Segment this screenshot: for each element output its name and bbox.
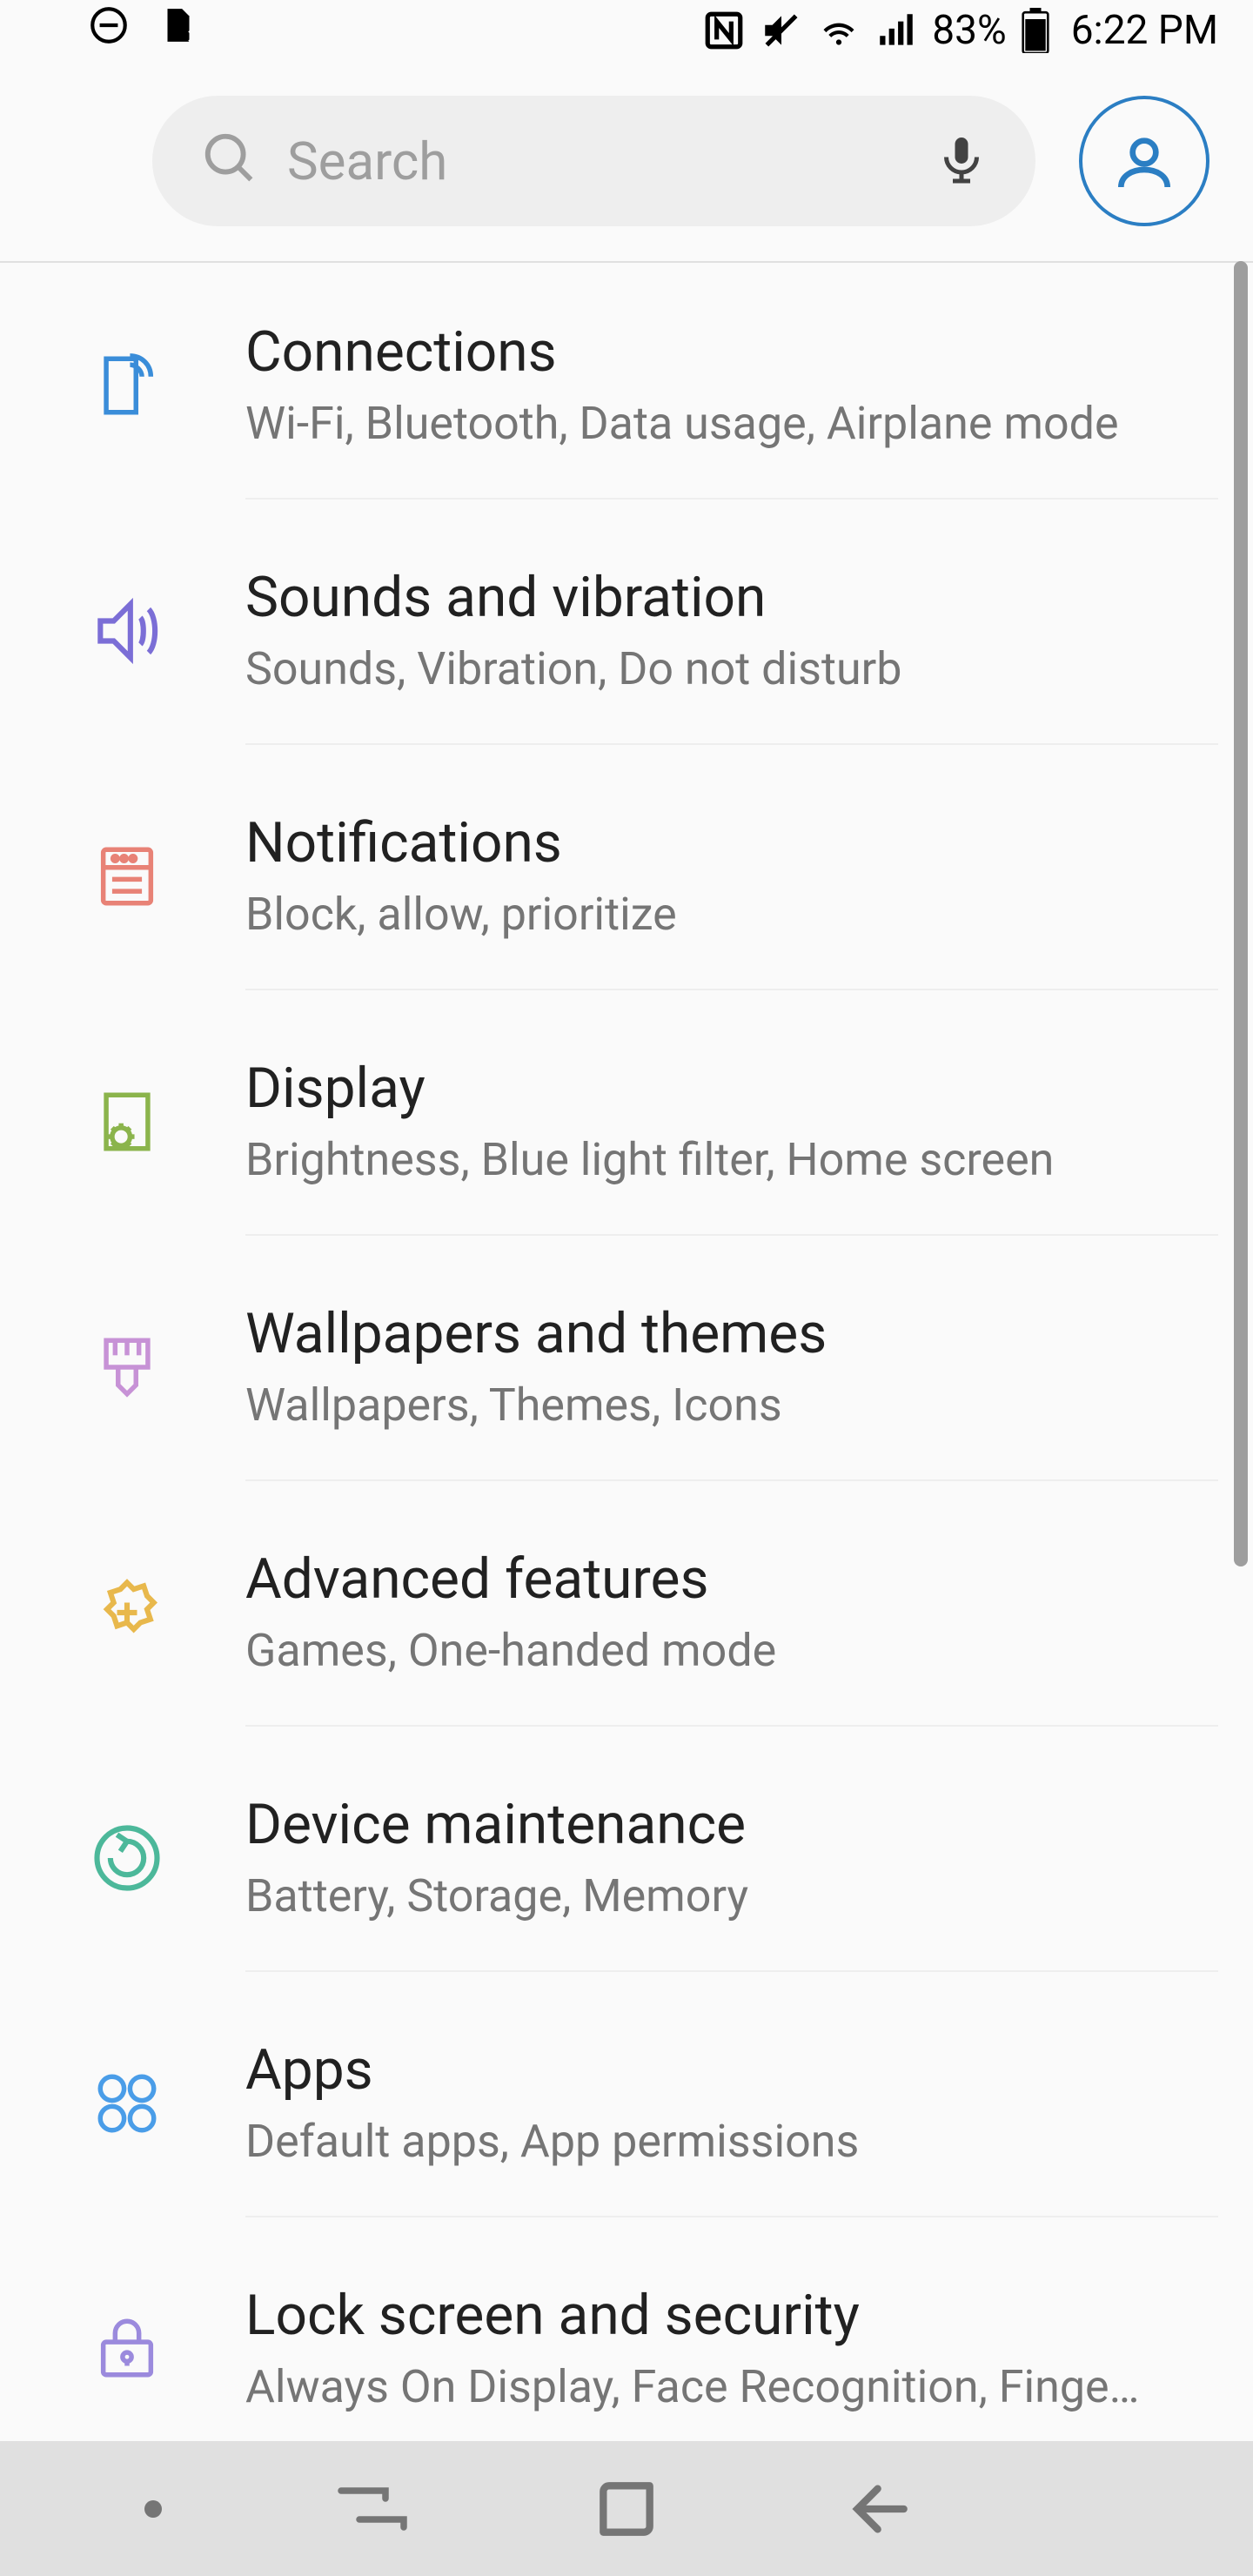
settings-item-lock[interactable]: Lock screen and security Always On Displ… xyxy=(0,2226,1253,2470)
settings-item-title: Device maintenance xyxy=(245,1792,1218,1857)
settings-item-display[interactable]: Display Brightness, Blue light filter, H… xyxy=(0,999,1253,1244)
settings-item-subtitle: Default apps, App permissions xyxy=(245,2115,1185,2168)
settings-item-subtitle: Brightness, Blue light filter, Home scre… xyxy=(245,1133,1185,1186)
battery-percentage: 83% xyxy=(932,7,1006,54)
do-not-disturb-icon xyxy=(87,3,131,57)
settings-item-sounds[interactable]: Sounds and vibration Sounds, Vibration, … xyxy=(0,508,1253,754)
signal-icon xyxy=(874,9,918,52)
themes-icon xyxy=(87,1327,167,1407)
advanced-icon xyxy=(87,1573,167,1653)
settings-item-subtitle: Wallpapers, Themes, Icons xyxy=(245,1379,1185,1432)
settings-item-title: Connections xyxy=(245,319,1218,385)
settings-item-title: Wallpapers and themes xyxy=(245,1301,1218,1366)
status-right: 83% 6:22 PM xyxy=(702,7,1218,54)
search-icon xyxy=(200,129,261,193)
navigation-bar xyxy=(0,2441,1253,2576)
settings-item-title: Display xyxy=(245,1056,1218,1121)
svg-text:✕: ✕ xyxy=(185,25,200,47)
settings-item-title: Advanced features xyxy=(245,1546,1218,1612)
settings-item-subtitle: Always On Display, Face Recognition, Fin… xyxy=(245,2360,1185,2413)
apps-icon xyxy=(87,2063,167,2143)
scroll-indicator[interactable] xyxy=(1234,261,1248,1566)
settings-item-subtitle: Battery, Storage, Memory xyxy=(245,1869,1185,1922)
settings-item-notifications[interactable]: Notifications Block, allow, prioritize xyxy=(0,754,1253,999)
lock-icon xyxy=(87,2308,167,2388)
search-row: Search xyxy=(0,61,1253,261)
nfc-icon xyxy=(702,9,746,52)
status-bar: ✕ 83% 6:22 PM xyxy=(0,0,1253,61)
settings-item-subtitle: Wi-Fi, Bluetooth, Data usage, Airplane m… xyxy=(245,397,1185,450)
settings-list: Connections Wi-Fi, Bluetooth, Data usage… xyxy=(0,261,1253,2470)
profile-button[interactable] xyxy=(1079,96,1209,226)
back-button[interactable] xyxy=(837,2465,924,2553)
settings-item-subtitle: Block, allow, prioritize xyxy=(245,888,1185,941)
settings-item-themes[interactable]: Wallpapers and themes Wallpapers, Themes… xyxy=(0,1244,1253,1490)
settings-item-connections[interactable]: Connections Wi-Fi, Bluetooth, Data usage… xyxy=(0,263,1253,508)
battery-icon xyxy=(1021,8,1050,53)
maintenance-icon xyxy=(87,1818,167,1898)
nav-indicator-dot xyxy=(144,2500,162,2518)
connections-icon xyxy=(87,345,167,426)
settings-item-subtitle: Games, One-handed mode xyxy=(245,1624,1185,1677)
sound-icon xyxy=(87,591,167,671)
notifications-icon xyxy=(87,836,167,916)
mute-icon xyxy=(760,9,803,52)
settings-item-title: Apps xyxy=(245,2037,1218,2103)
clock: 6:22 PM xyxy=(1071,7,1218,54)
home-button[interactable] xyxy=(583,2465,670,2553)
wifi-icon xyxy=(817,9,861,52)
sim-card-icon: ✕ xyxy=(157,3,200,57)
settings-item-apps[interactable]: Apps Default apps, App permissions xyxy=(0,1981,1253,2226)
settings-item-title: Lock screen and security xyxy=(245,2283,1218,2348)
search-input[interactable]: Search xyxy=(287,131,909,192)
recents-button[interactable] xyxy=(329,2465,416,2553)
settings-item-subtitle: Sounds, Vibration, Do not disturb xyxy=(245,642,1185,695)
microphone-icon[interactable] xyxy=(935,125,988,197)
settings-item-title: Sounds and vibration xyxy=(245,565,1218,630)
display-icon xyxy=(87,1082,167,1162)
search-box[interactable]: Search xyxy=(152,96,1035,226)
settings-item-maintenance[interactable]: Device maintenance Battery, Storage, Mem… xyxy=(0,1735,1253,1981)
status-left: ✕ xyxy=(87,3,200,57)
settings-item-title: Notifications xyxy=(245,810,1218,875)
settings-item-advanced[interactable]: Advanced features Games, One-handed mode xyxy=(0,1490,1253,1735)
